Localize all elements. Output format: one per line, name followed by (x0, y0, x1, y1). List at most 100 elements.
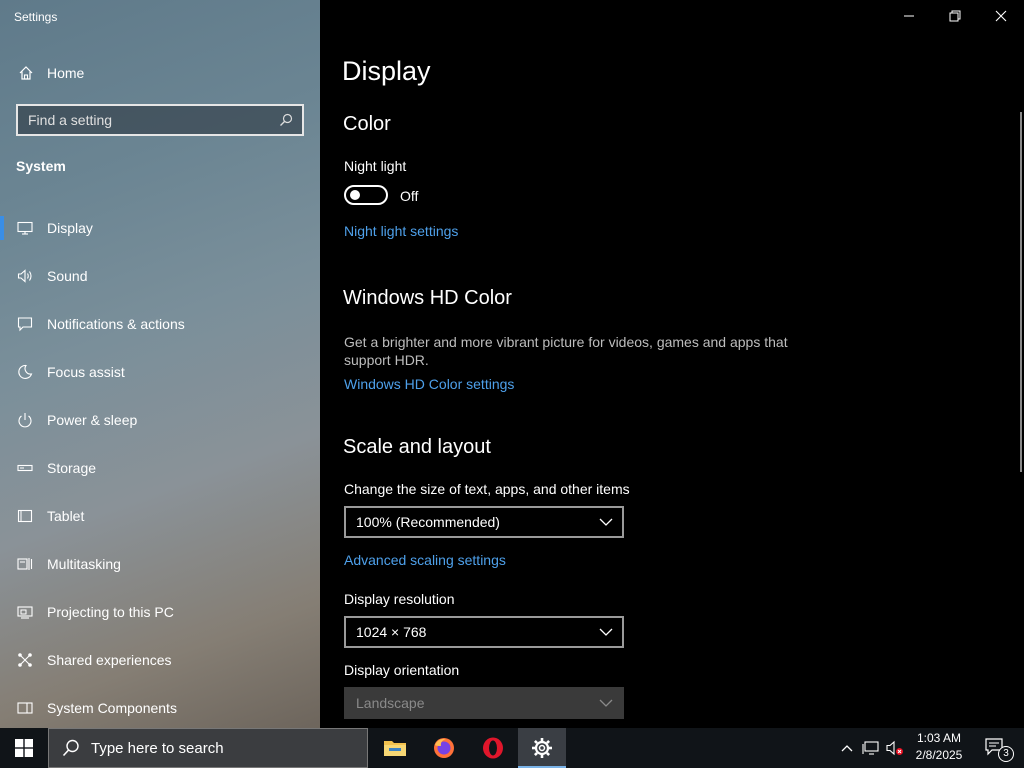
taskbar-search-placeholder: Type here to search (91, 739, 224, 757)
taskbar-opera[interactable] (469, 728, 517, 768)
hd-color-settings-link[interactable]: Windows HD Color settings (344, 376, 514, 392)
scale-dropdown-value: 100% (Recommended) (356, 514, 500, 530)
notification-count-badge: 3 (998, 746, 1014, 762)
file-explorer-icon (384, 741, 406, 756)
firefox-icon (434, 738, 454, 758)
hd-color-heading: Windows HD Color (343, 287, 512, 309)
clock-time: 1:03 AM (916, 731, 962, 745)
sidebar: Settings Home System Display Sound (0, 0, 320, 728)
chevron-down-icon (598, 515, 614, 529)
windows-logo-icon (15, 739, 33, 757)
sidebar-item-label: Multitasking (47, 556, 121, 572)
minimize-icon (904, 15, 914, 17)
chevron-up-icon (841, 745, 853, 752)
scale-dropdown[interactable]: 100% (Recommended) (344, 506, 624, 538)
projecting-icon (16, 603, 34, 621)
orientation-dropdown[interactable]: Landscape (344, 687, 624, 719)
sidebar-item-power-sleep[interactable]: Power & sleep (0, 396, 320, 444)
speaker-icon (16, 267, 34, 285)
sidebar-item-label: Sound (47, 268, 88, 284)
power-icon (16, 411, 34, 429)
scale-layout-heading: Scale and layout (343, 436, 491, 458)
night-light-settings-link[interactable]: Night light settings (344, 223, 458, 239)
sidebar-item-projecting[interactable]: Projecting to this PC (0, 588, 320, 636)
start-button[interactable] (0, 728, 48, 768)
volume-muted-icon (886, 740, 903, 756)
home-icon (17, 64, 35, 82)
scale-size-label: Change the size of text, apps, and other… (344, 481, 630, 497)
sidebar-item-label: Tablet (47, 508, 85, 524)
close-icon (995, 10, 1007, 22)
restore-button[interactable] (932, 0, 978, 32)
taskbar-search-box[interactable]: Type here to search (48, 728, 368, 768)
moon-icon (16, 363, 34, 381)
sidebar-item-label: Display (47, 220, 93, 236)
sidebar-item-shared-experiences[interactable]: Shared experiences (0, 636, 320, 684)
sidebar-item-display[interactable]: Display (0, 204, 320, 252)
monitor-icon (16, 219, 34, 237)
orientation-label: Display orientation (344, 662, 460, 678)
tray-overflow-button[interactable] (837, 738, 857, 758)
tablet-icon (16, 507, 34, 525)
network-icon (862, 741, 879, 755)
night-light-toggle[interactable] (344, 185, 388, 205)
taskbar: Type here to search 1:03 AM 2/8/2025 3 (0, 728, 1024, 768)
sidebar-item-label: Focus assist (47, 364, 125, 380)
sidebar-item-multitasking[interactable]: Multitasking (0, 540, 320, 588)
restore-icon (949, 10, 961, 22)
close-button[interactable] (978, 0, 1024, 32)
sidebar-item-storage[interactable]: Storage (0, 444, 320, 492)
scrollbar[interactable] (1020, 112, 1022, 472)
sidebar-item-label: Storage (47, 460, 97, 476)
taskbar-file-explorer[interactable] (371, 728, 419, 768)
sidebar-item-focus-assist[interactable]: Focus assist (0, 348, 320, 396)
taskbar-settings[interactable] (518, 728, 566, 768)
clock-date: 2/8/2025 (915, 748, 963, 762)
system-components-icon (16, 699, 34, 717)
hd-color-description: Get a brighter and more vibrant picture … (344, 334, 788, 368)
chevron-down-icon (598, 696, 614, 710)
page-title: Display (342, 56, 431, 86)
main-content: Display Color Night light Off Night ligh… (320, 0, 1024, 728)
shared-experiences-icon (16, 651, 34, 669)
network-tray-button[interactable] (861, 738, 881, 758)
minimize-button[interactable] (886, 0, 932, 32)
taskbar-firefox[interactable] (420, 728, 468, 768)
taskbar-clock[interactable]: 1:03 AM 2/8/2025 (908, 730, 970, 766)
find-setting-input[interactable] (28, 112, 274, 128)
sidebar-item-notifications[interactable]: Notifications & actions (0, 300, 320, 348)
settings-icon (532, 738, 552, 758)
sidebar-item-label: System Components (47, 700, 177, 716)
sidebar-item-sound[interactable]: Sound (0, 252, 320, 300)
resolution-label: Display resolution (344, 591, 455, 607)
storage-icon (16, 459, 34, 477)
action-center-button[interactable]: 3 (976, 728, 1016, 768)
orientation-dropdown-value: Landscape (356, 695, 425, 711)
home-label: Home (47, 65, 85, 81)
volume-tray-button[interactable] (885, 738, 905, 758)
sidebar-item-label: Power & sleep (47, 412, 138, 428)
search-icon[interactable] (274, 108, 298, 132)
advanced-scaling-link[interactable]: Advanced scaling settings (344, 552, 506, 568)
color-heading: Color (343, 113, 391, 135)
sidebar-item-label: Notifications & actions (47, 316, 185, 332)
resolution-dropdown-value: 1024 × 768 (356, 624, 427, 640)
system-nav-list: Display Sound Notifications & actions Fo… (0, 204, 320, 728)
find-setting-search[interactable] (16, 104, 304, 136)
night-light-state: Off (400, 188, 419, 204)
sidebar-item-system-components[interactable]: System Components (0, 684, 320, 728)
sidebar-item-tablet[interactable]: Tablet (0, 492, 320, 540)
notification-icon (16, 315, 34, 333)
toggle-knob (350, 190, 360, 200)
system-section-label: System (16, 158, 66, 174)
chevron-down-icon (598, 625, 614, 639)
multitasking-icon (16, 555, 34, 573)
app-title: Settings (14, 10, 58, 24)
search-icon (61, 738, 81, 758)
sidebar-item-label: Projecting to this PC (47, 604, 174, 620)
sidebar-item-label: Shared experiences (47, 652, 172, 668)
home-nav-item[interactable]: Home (0, 58, 320, 88)
resolution-dropdown[interactable]: 1024 × 768 (344, 616, 624, 648)
night-light-label: Night light (344, 158, 407, 174)
opera-icon (483, 737, 503, 759)
